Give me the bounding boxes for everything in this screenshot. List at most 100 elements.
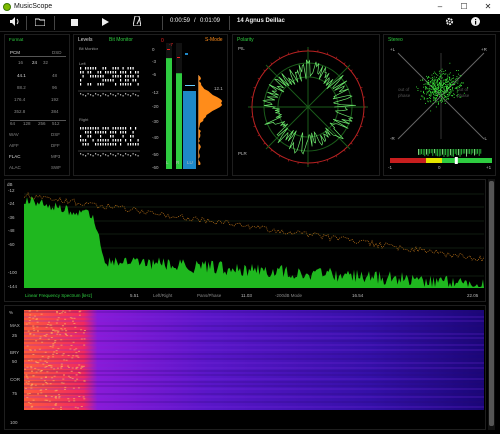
bit-cell [112,139,114,142]
stereo-dot [441,77,443,79]
polarity-panel: Polarity PIL PLR [232,34,380,176]
spectrogram-hotspot [28,317,31,318]
rate-88-2[interactable]: 88.2 [17,85,26,90]
stereo-dot [444,82,446,84]
stereo-dot [451,80,453,82]
stereo-dot [433,98,435,100]
spectrogram-hotspot [26,345,29,347]
spectrogram-hotspot [75,355,78,357]
bitdepth-24[interactable]: 24 [32,60,37,65]
bit-monitor-title: Bit Monitor [109,37,133,43]
bit-cell [120,154,122,156]
stereo-dot [447,81,449,83]
volume-icon[interactable] [8,16,22,30]
spectrogram-hotspot [74,332,77,333]
folder-icon[interactable] [33,16,47,30]
bit-cell [122,95,124,97]
polar-tick [343,149,346,152]
gear-icon[interactable] [442,16,456,30]
bitdepth-16[interactable]: 16 [18,60,23,65]
bit-cell [102,131,104,134]
spectrogram-hotspot [60,328,63,330]
db-tick-60: -60 [8,242,15,247]
bit-cell [115,127,117,130]
format-dsd[interactable]: DSD [52,50,62,55]
bit-cell [125,131,127,134]
bit-cell [107,95,109,97]
bitdepth-32[interactable]: 32 [43,60,48,65]
metronome-icon[interactable] [130,15,144,30]
bit-monitor-display [78,67,140,157]
rate-192[interactable]: 192 [51,97,59,102]
bit-cell [130,95,132,97]
stereo-dot [435,73,437,75]
spectrogram-hotspot [64,311,67,313]
info-icon[interactable] [468,16,482,30]
mode-200db[interactable]: -200dB Mode [275,293,302,298]
minimize-button[interactable]: – [428,0,452,14]
close-button[interactable]: ✕ [476,0,500,14]
stereo-dot [457,70,459,71]
type-swf[interactable]: SWF [51,165,61,170]
stereo-dot [443,87,445,89]
stereo-dot [463,82,464,84]
type-flac[interactable]: FLAC [9,154,21,159]
stereo-dot [463,92,465,94]
spectrogram-hotspot [51,377,54,379]
bit-cell [102,83,104,86]
type-dff[interactable]: DFF [51,143,60,148]
rate-48[interactable]: 48 [52,73,57,78]
stereo-dot [442,94,444,96]
rate-176-4[interactable]: 176.4 [14,97,25,102]
stereo-dot [449,89,451,91]
scale-20: -20 [152,104,159,109]
type-dsf[interactable]: DSF [51,132,60,137]
stereo-dot [441,90,443,91]
spectrogram-hotspot [71,367,74,369]
spectrogram-hotspot [53,341,56,343]
type-wav[interactable]: WAV [9,132,19,137]
spectrogram-hotspot [34,384,37,386]
spectrogram-hotspot [60,409,62,410]
polar-tick [263,69,266,72]
stereo-dot [430,85,432,87]
stereo-dot [438,92,440,93]
spectrogram-hotspot [73,317,76,319]
scrollbar-track[interactable] [488,179,495,430]
play-icon[interactable] [98,16,112,30]
spectrogram-hotspot [43,335,46,337]
rate-96[interactable]: 96 [52,85,57,90]
type-aiff[interactable]: AIFF [9,143,19,148]
spectrogram-hotspot [44,399,47,401]
bit-monitor-label: Bit Monitor [79,46,99,51]
stereo-dot [437,84,439,86]
maximize-button[interactable]: ☐ [452,0,476,14]
format-pcm[interactable]: PCM [10,50,20,55]
spectrogram-hotspot [36,326,39,328]
stereo-dot [458,86,460,88]
corr-bar [456,149,458,156]
bit-cell [130,155,132,157]
spectrogram-hotspot [37,362,40,364]
stereo-dot [423,86,424,88]
spectrogram-hotspot [30,406,33,408]
spectrogram-hotspot [42,384,45,386]
scrollbar-thumb[interactable] [489,181,494,426]
mode-pans-phase[interactable]: Pans/Phase [197,293,221,298]
spectrogram-hotspot [60,344,63,346]
stereo-dot [456,78,458,80]
rate-44-1[interactable]: 44.1 [17,73,26,78]
stereo-dot [459,96,461,98]
mode-left-right[interactable]: Left/Right [153,293,172,298]
bit-cell [120,83,122,86]
corr-bar [477,149,478,154]
track-title: 14 Agnus DeiIlac [237,18,285,24]
type-alac[interactable]: ALAC [9,165,21,170]
spectrogram-hotspot [56,311,58,313]
stereo-dot [445,89,447,91]
stop-icon[interactable] [67,16,81,30]
stereo-dot [423,84,425,85]
rate-384[interactable]: 384 [51,109,59,114]
rate-352-8[interactable]: 352.8 [14,109,25,114]
type-mp3[interactable]: MP3 [51,154,60,159]
